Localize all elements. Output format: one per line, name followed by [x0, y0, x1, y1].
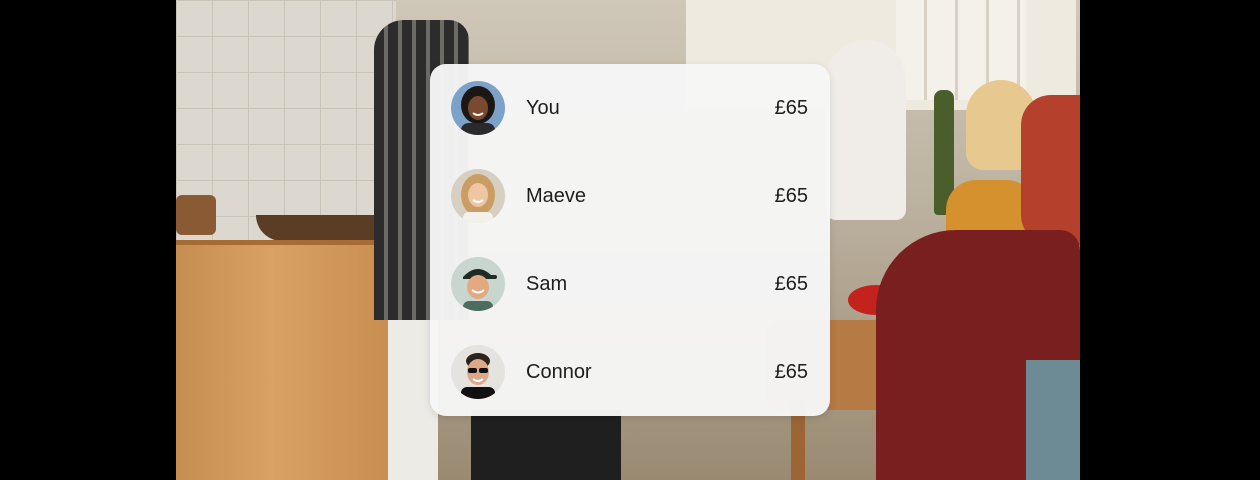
list-item[interactable]: Connor £65 — [430, 328, 830, 416]
person-pants — [471, 410, 621, 480]
participant-amount: £65 — [774, 273, 808, 295]
avatar-sam-icon — [451, 257, 505, 311]
chair — [1026, 360, 1080, 480]
cooking-pot — [176, 195, 216, 235]
avatar-connor-icon — [451, 345, 505, 399]
participant-amount: £65 — [774, 97, 808, 119]
avatar-maeve-icon — [451, 169, 505, 223]
participant-name: Sam — [526, 273, 568, 295]
participant-amount: £65 — [774, 185, 808, 207]
participant-amount: £65 — [774, 361, 808, 383]
person-red-hair — [1021, 95, 1080, 245]
participant-name: Connor — [526, 361, 592, 383]
list-item[interactable]: Sam £65 — [430, 240, 830, 328]
list-item[interactable]: You £65 — [430, 64, 830, 152]
split-list-card: You £65 Maeve £65 Sam £65 Connor £65 — [430, 64, 830, 416]
avatar-you-icon — [451, 81, 505, 135]
participant-name: You — [526, 97, 560, 119]
stage: You £65 Maeve £65 Sam £65 Connor £65 — [0, 0, 1260, 480]
list-item[interactable]: Maeve £65 — [430, 152, 830, 240]
person-white-top — [826, 40, 906, 220]
participant-name: Maeve — [526, 185, 587, 207]
